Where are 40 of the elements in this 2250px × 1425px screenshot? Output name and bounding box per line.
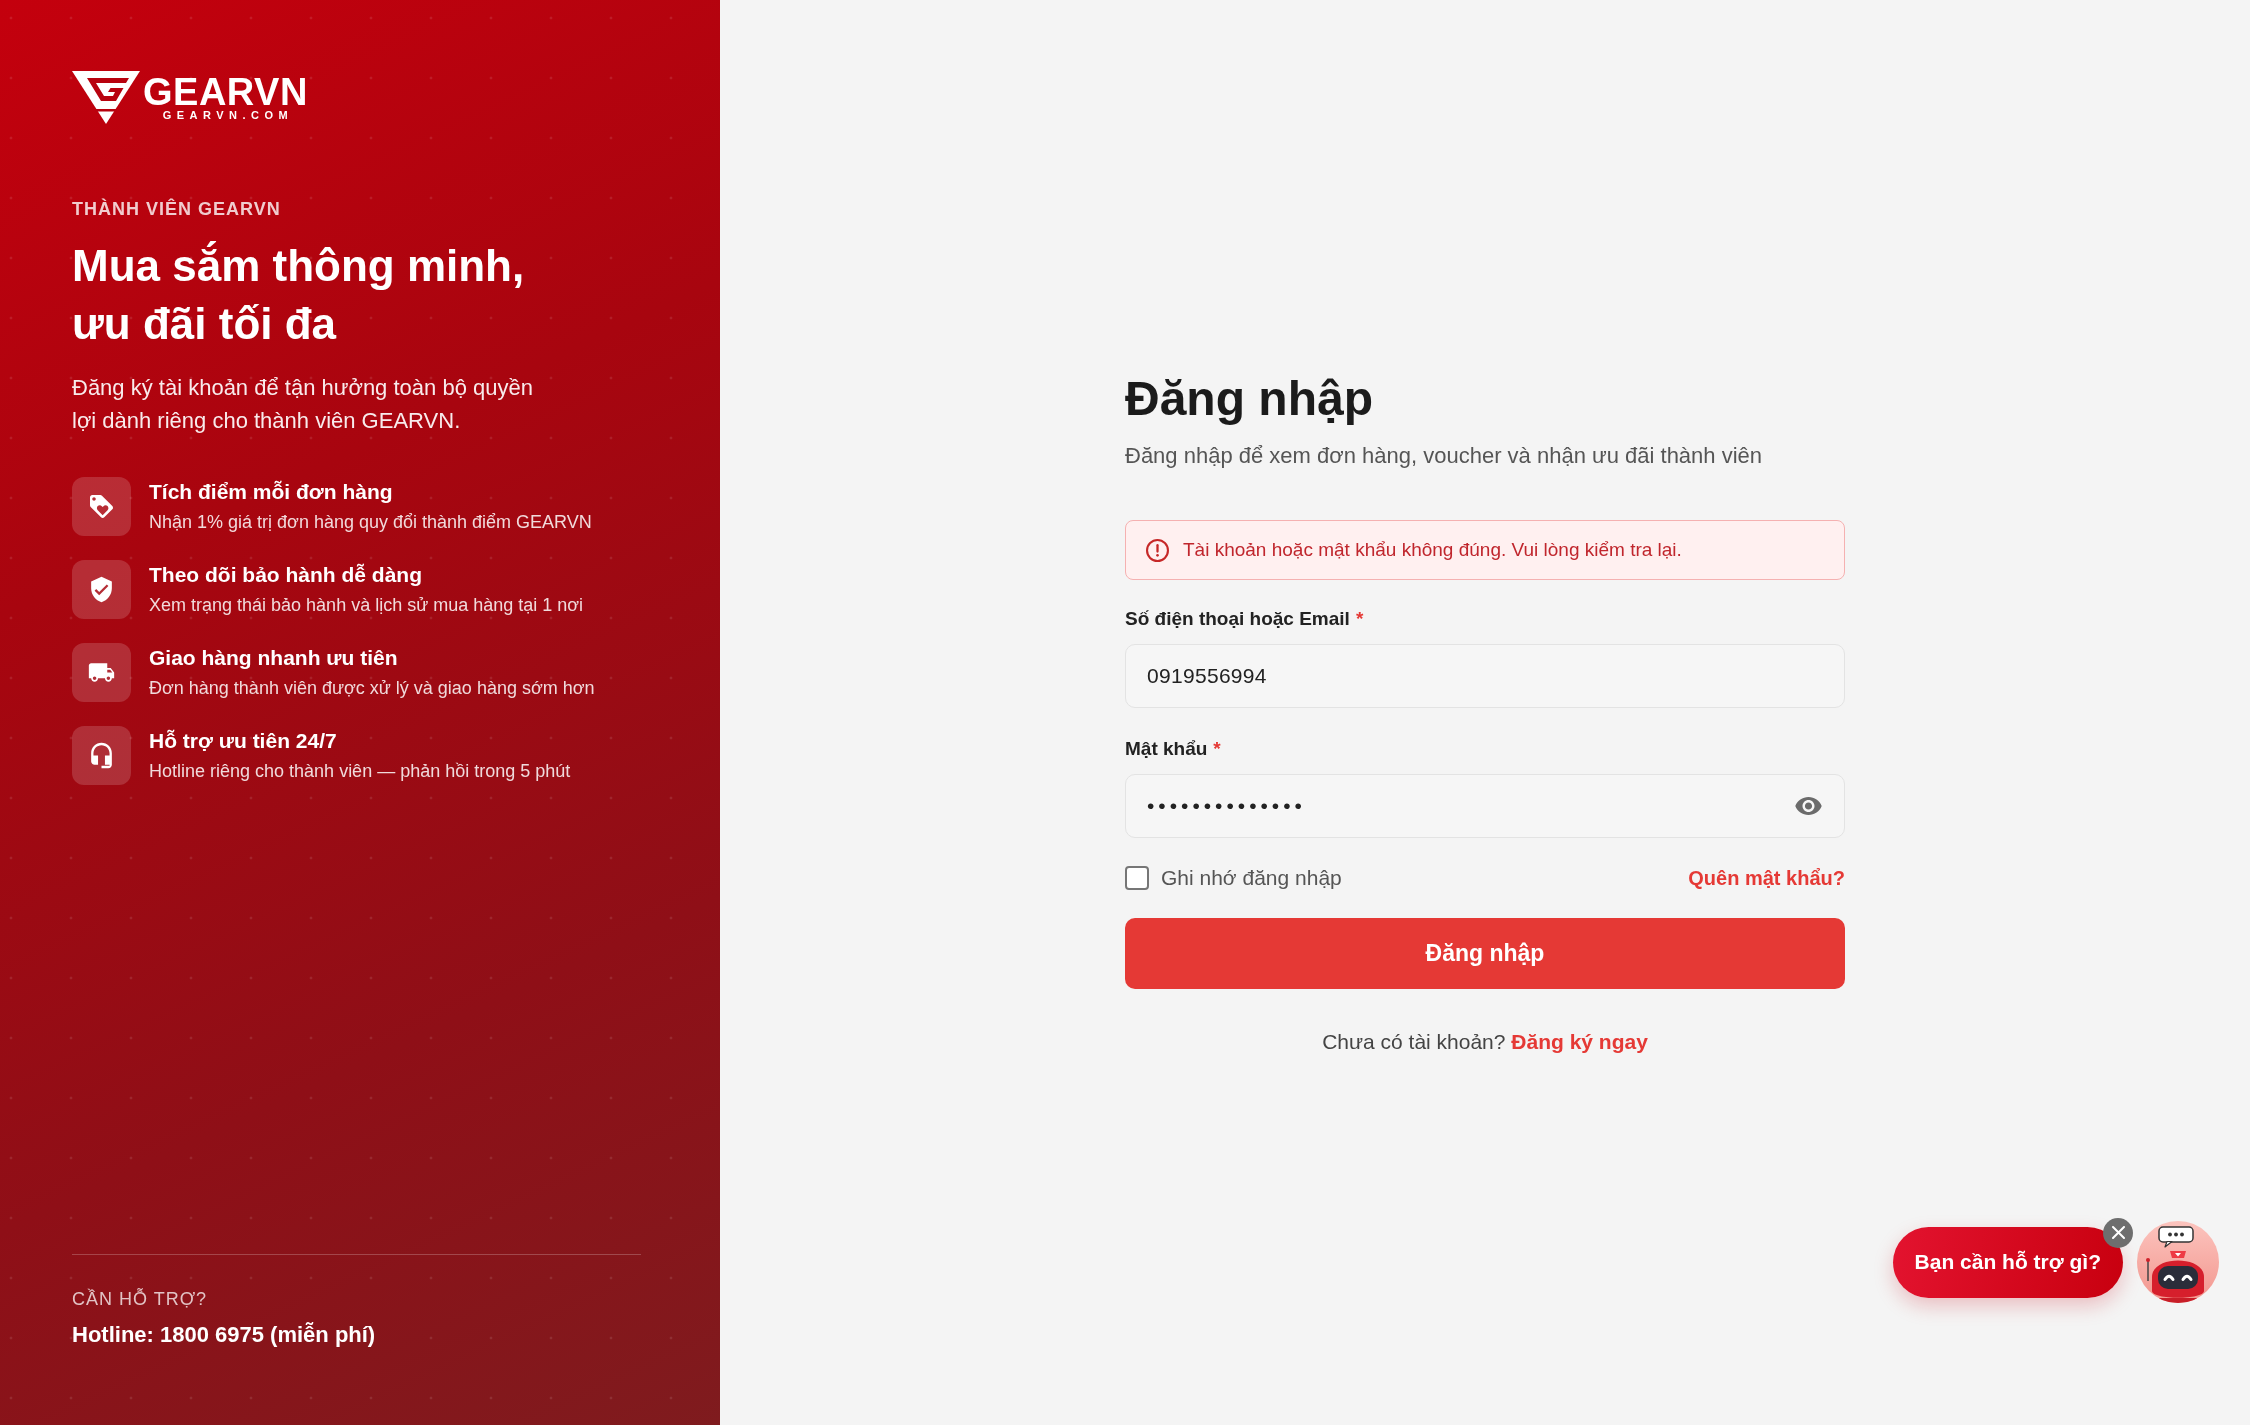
feature-description: Nhận 1% giá trị đơn hàng quy đổi thành điểm GEARVN [149, 511, 592, 534]
support-label: CẦN HỖ TRỢ? [72, 1287, 209, 1311]
signup-prompt: Chưa có tài khoản? Đăng ký ngay [1321, 1029, 1649, 1055]
feature-description: Đơn hàng thành viên được xử lý và giao hàng sớm hơn [149, 677, 595, 700]
hotline-text: Hotline: 1800 6975 (miễn phí) [72, 1321, 377, 1349]
account-input[interactable]: 0919556994 [1125, 644, 1845, 708]
feature-title: Tích điểm mỗi đơn hàng [149, 479, 394, 505]
login-title: Đăng nhập [1125, 371, 1374, 427]
shield-check-icon [72, 560, 131, 619]
eyebrow-text: THÀNH VIÊN GEARVN [72, 197, 282, 221]
headset-icon [72, 726, 131, 785]
feature-description: Xem trạng thái bảo hành và lịch sử mua hàng tại 1 nơi [149, 594, 584, 617]
headline: Mua sắm thông minh, ưu đãi tối đa [72, 240, 526, 350]
brand-name: GEARVN [143, 73, 308, 111]
required-mark: * [1213, 737, 1221, 761]
promo-description: Đăng ký tài khoản để tận hưởng toàn bộ quyền lợi dành riêng cho thành viên GEARVN. [72, 374, 534, 435]
brand-domain: GEARVN.COM [162, 109, 294, 121]
field-label: Mật khẩu [1125, 737, 1208, 761]
triangle-logo-icon [72, 71, 140, 124]
chat-prompt-button[interactable]: Bạn cần hỗ trợ gì? [1892, 1226, 2123, 1298]
password-input[interactable]: •••••••••••••• [1125, 774, 1845, 838]
feature-description: Hotline riêng cho thành viên — phản hồi trong 5 phút [149, 760, 571, 783]
signup-link[interactable]: Đăng ký ngay [1511, 1030, 1648, 1053]
robot-icon[interactable] [2137, 1221, 2219, 1303]
alert-icon [1146, 538, 1169, 562]
forgot-password-link[interactable]: Quên mật khẩu? [1688, 865, 1845, 891]
login-button[interactable]: Đăng nhập [1125, 918, 1845, 989]
eye-icon[interactable] [1795, 797, 1822, 815]
remember-checkbox[interactable] [1125, 866, 1149, 890]
remember-label: Ghi nhớ đăng nhập [1161, 865, 1342, 891]
field-label: Số điện thoại hoặc Email [1125, 607, 1350, 631]
error-message: Tài khoản hoặc mật khẩu không đúng. Vui lòng kiểm tra lại. [1183, 538, 1682, 562]
feature-title: Giao hàng nhanh ưu tiên [149, 645, 399, 671]
close-button[interactable] [2103, 1217, 2133, 1248]
feature-title: Hỗ trợ ưu tiên 24/7 [149, 728, 338, 754]
close-icon [2111, 1226, 2125, 1239]
login-subtitle: Đăng nhập để xem đơn hàng, voucher và nhận ưu đãi thành viên [1125, 442, 1764, 470]
required-mark: * [1355, 607, 1364, 631]
feature-title: Theo dõi bảo hành dễ dàng [149, 562, 423, 588]
truck-icon [72, 643, 131, 702]
